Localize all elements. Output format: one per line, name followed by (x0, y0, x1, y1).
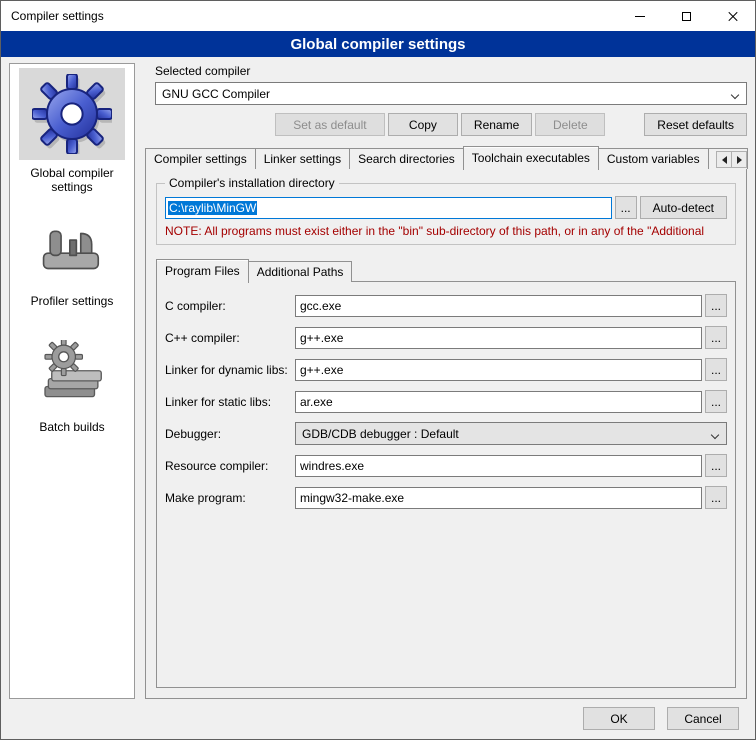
note-text: NOTE: All programs must exist either in … (165, 224, 727, 238)
main-panel: Selected compiler GNU GCC Compiler Set a… (145, 63, 747, 699)
minimize-icon (635, 16, 645, 17)
debugger-select-value: GDB/CDB debugger : Default (302, 427, 459, 441)
tab-linker-settings[interactable]: Linker settings (255, 148, 350, 169)
autodetect-button[interactable]: Auto-detect (640, 196, 727, 219)
dialog-footer: OK Cancel (1, 703, 755, 739)
maximize-button[interactable] (663, 1, 709, 31)
compiler-select-value: GNU GCC Compiler (162, 87, 270, 101)
browse-directory-button[interactable]: ... (615, 196, 637, 219)
resource-compiler-input[interactable] (295, 455, 702, 477)
sidebar-item-label: Batch builds (33, 420, 110, 434)
browse-button[interactable]: ... (705, 390, 727, 413)
browse-button[interactable]: ... (705, 486, 727, 509)
reset-defaults-button[interactable]: Reset defaults (644, 113, 747, 136)
sidebar-item-profiler-settings[interactable]: Profiler settings (10, 208, 134, 308)
close-button[interactable] (709, 1, 755, 31)
browse-button[interactable]: ... (705, 326, 727, 349)
toolchain-executables-panel: Compiler's installation directory C:\ray… (145, 168, 747, 699)
tab-scroll-left-button[interactable] (716, 151, 732, 168)
sidebar-icon-box (19, 214, 125, 288)
debugger-select[interactable]: GDB/CDB debugger : Default (295, 422, 727, 445)
batch-gears-icon (36, 340, 108, 406)
tab-toolchain-executables[interactable]: Toolchain executables (463, 146, 599, 170)
selected-compiler-label: Selected compiler (155, 64, 747, 78)
compiler-select[interactable]: GNU GCC Compiler (155, 82, 747, 105)
browse-button[interactable]: ... (705, 294, 727, 317)
compiler-actions-row: Set as default Copy Rename Delete Reset … (155, 113, 747, 136)
path-selected-text: C:\raylib\MinGW (168, 201, 257, 215)
arrow-right-icon (737, 156, 742, 164)
tab-compiler-settings[interactable]: Compiler settings (145, 148, 256, 169)
banner: Global compiler settings (1, 31, 755, 57)
c-compiler-input[interactable] (295, 295, 702, 317)
delete-button[interactable]: Delete (535, 113, 605, 136)
sidebar-item-label: Profiler settings (25, 294, 120, 308)
installation-groupbox-label: Compiler's installation directory (165, 176, 339, 190)
close-icon (727, 11, 738, 22)
make-program-row: Make program: ... (165, 486, 727, 509)
dynamic-linker-row: Linker for dynamic libs: ... (165, 358, 727, 381)
window-title: Compiler settings (11, 9, 104, 23)
field-label: C++ compiler: (165, 331, 295, 345)
profiler-tool-icon (37, 220, 107, 282)
compiler-settings-window: Compiler settings Global compiler settin… (0, 0, 756, 740)
dynamic-linker-input[interactable] (295, 359, 702, 381)
make-program-input[interactable] (295, 487, 702, 509)
installation-groupbox: Compiler's installation directory C:\ray… (156, 183, 736, 245)
tab-search-directories[interactable]: Search directories (349, 148, 464, 169)
static-linker-row: Linker for static libs: ... (165, 390, 727, 413)
debugger-row: Debugger: GDB/CDB debugger : Default (165, 422, 727, 445)
sidebar-selected-highlight (19, 68, 125, 160)
blue-gear-icon (32, 74, 112, 154)
arrow-left-icon (722, 156, 727, 164)
settings-tab-strip: Compiler settings Linker settings Search… (145, 146, 747, 169)
programs-tab-strip: Program Files Additional Paths (156, 259, 736, 282)
field-label: Make program: (165, 491, 295, 505)
resource-compiler-row: Resource compiler: ... (165, 454, 727, 477)
static-linker-input[interactable] (295, 391, 702, 413)
chevron-down-icon (711, 431, 719, 439)
tab-scroll-right-button[interactable] (731, 151, 747, 168)
chevron-down-icon (731, 91, 739, 99)
subtab-additional-paths[interactable]: Additional Paths (248, 261, 353, 282)
browse-button[interactable]: ... (705, 358, 727, 381)
maximize-icon (682, 12, 691, 21)
field-label: C compiler: (165, 299, 295, 313)
c-compiler-row: C compiler: ... (165, 294, 727, 317)
program-files-panel: C compiler: ... C++ compiler: ... Linker… (156, 281, 736, 688)
title-bar: Compiler settings (1, 1, 755, 31)
copy-button[interactable]: Copy (388, 113, 458, 136)
tab-custom-variables[interactable]: Custom variables (598, 148, 709, 169)
installation-path-row: C:\raylib\MinGW ... Auto-detect (165, 196, 727, 219)
field-label: Linker for dynamic libs: (165, 363, 295, 377)
field-label: Resource compiler: (165, 459, 295, 473)
cancel-button[interactable]: Cancel (667, 707, 739, 730)
cpp-compiler-input[interactable] (295, 327, 702, 349)
sidebar-item-label: Global compiler settings (10, 166, 134, 194)
ok-button[interactable]: OK (583, 707, 655, 730)
sidebar-item-global-compiler-settings[interactable]: Global compiler settings (10, 68, 134, 194)
sidebar-icon-box (19, 332, 125, 414)
field-label: Debugger: (165, 427, 295, 441)
cpp-compiler-row: C++ compiler: ... (165, 326, 727, 349)
banner-title: Global compiler settings (290, 36, 465, 53)
minimize-button[interactable] (617, 1, 663, 31)
rename-button[interactable]: Rename (461, 113, 532, 136)
field-label: Linker for static libs: (165, 395, 295, 409)
sidebar: Global compiler settings Profiler settin… (9, 63, 135, 699)
caption-buttons (617, 1, 755, 31)
sidebar-item-batch-builds[interactable]: Batch builds (10, 322, 134, 434)
tab-scrollers (717, 151, 747, 168)
subtab-program-files[interactable]: Program Files (156, 259, 249, 283)
browse-button[interactable]: ... (705, 454, 727, 477)
set-as-default-button[interactable]: Set as default (275, 113, 385, 136)
installation-directory-input[interactable]: C:\raylib\MinGW (165, 197, 612, 219)
